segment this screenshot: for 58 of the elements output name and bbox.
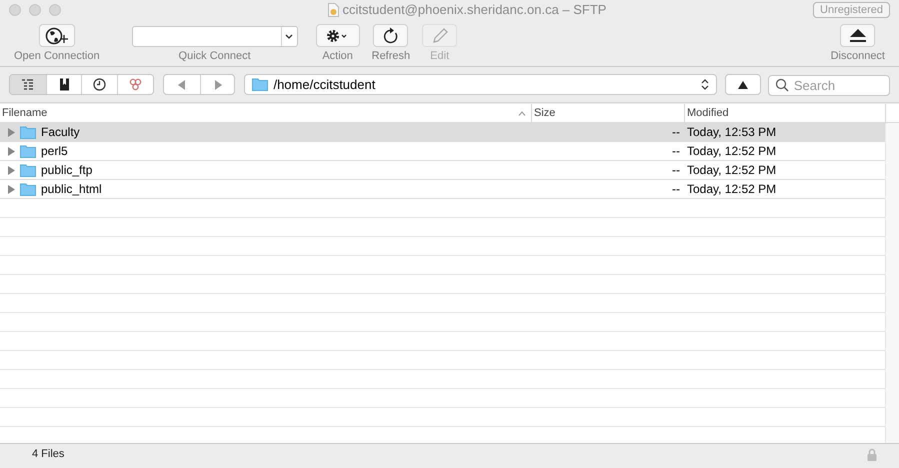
file-modified: Today, 12:53 PM <box>687 125 776 139</box>
file-name: public_ftp <box>41 162 92 179</box>
quick-connect-field[interactable] <box>132 26 298 47</box>
browser-tab[interactable] <box>10 75 46 94</box>
toolbar-label: Action <box>322 50 353 63</box>
globe-plus-icon <box>44 26 69 44</box>
toolbar-label: Disconnect <box>830 50 885 63</box>
disclosure-triangle-icon[interactable] <box>8 184 15 194</box>
toolbar-label: Refresh <box>372 50 410 63</box>
toolbar-label: Quick Connect <box>178 50 251 63</box>
file-name: perl5 <box>41 143 68 160</box>
disclosure-triangle-icon[interactable] <box>8 146 15 156</box>
disclosure-triangle-icon[interactable] <box>8 128 15 136</box>
file-size: -- <box>672 124 680 141</box>
status-text: 4 Files <box>32 447 66 462</box>
file-modified: Today, 12:52 PM <box>687 182 776 196</box>
parent-folder-button[interactable] <box>725 74 761 95</box>
column-header[interactable]: Filename <box>0 104 518 122</box>
action-button[interactable] <box>316 24 360 47</box>
forward-arrow-icon <box>214 80 222 90</box>
file-name: Faculty <box>41 124 80 141</box>
search-field[interactable]: Search <box>768 75 890 96</box>
folder-icon <box>20 144 36 158</box>
folder-icon <box>20 126 36 138</box>
column-header[interactable]: Modified <box>685 104 885 122</box>
disconnect-button[interactable] <box>840 24 876 47</box>
eject-icon <box>848 28 867 42</box>
toolbar-label: Edit <box>430 50 450 63</box>
folder-icon <box>20 164 36 176</box>
list-tree-icon <box>21 78 34 91</box>
folder-icon <box>252 78 268 91</box>
up-arrow-icon <box>738 80 748 88</box>
folder-icon <box>20 182 36 196</box>
updown-chevron-icon <box>701 79 710 90</box>
back-arrow-icon <box>178 80 186 90</box>
file-size: -- <box>672 143 680 160</box>
file-modified: Today, 12:52 PM <box>687 163 776 177</box>
toolbar-label: Open Connection <box>14 50 100 63</box>
bookmark-icon <box>58 78 71 91</box>
file-modified: Today, 12:52 PM <box>687 144 776 158</box>
refresh-icon <box>382 26 399 44</box>
column-header[interactable]: Size <box>532 104 684 122</box>
file-size: -- <box>672 162 680 179</box>
file-row[interactable]: Faculty -- Today, 12:53 PM <box>0 123 885 142</box>
file-size: -- <box>672 181 680 198</box>
file-name: public_html <box>41 181 102 198</box>
document-icon <box>328 3 339 17</box>
lock-icon <box>867 448 877 461</box>
pencil-icon <box>430 26 449 44</box>
chevron-down-icon <box>285 34 294 40</box>
path-selector[interactable]: /home/ccitstudent <box>244 74 718 95</box>
window-title: ccitstudent@phoenix.sheridanc.on.ca – SFTP <box>342 1 606 20</box>
clock-icon <box>93 78 106 91</box>
network-icon <box>129 78 142 91</box>
open-button[interactable] <box>38 24 75 47</box>
disclosure-triangle-icon[interactable] <box>8 166 15 174</box>
refresh-button[interactable] <box>373 24 408 47</box>
sort-ascending-icon <box>518 110 526 116</box>
